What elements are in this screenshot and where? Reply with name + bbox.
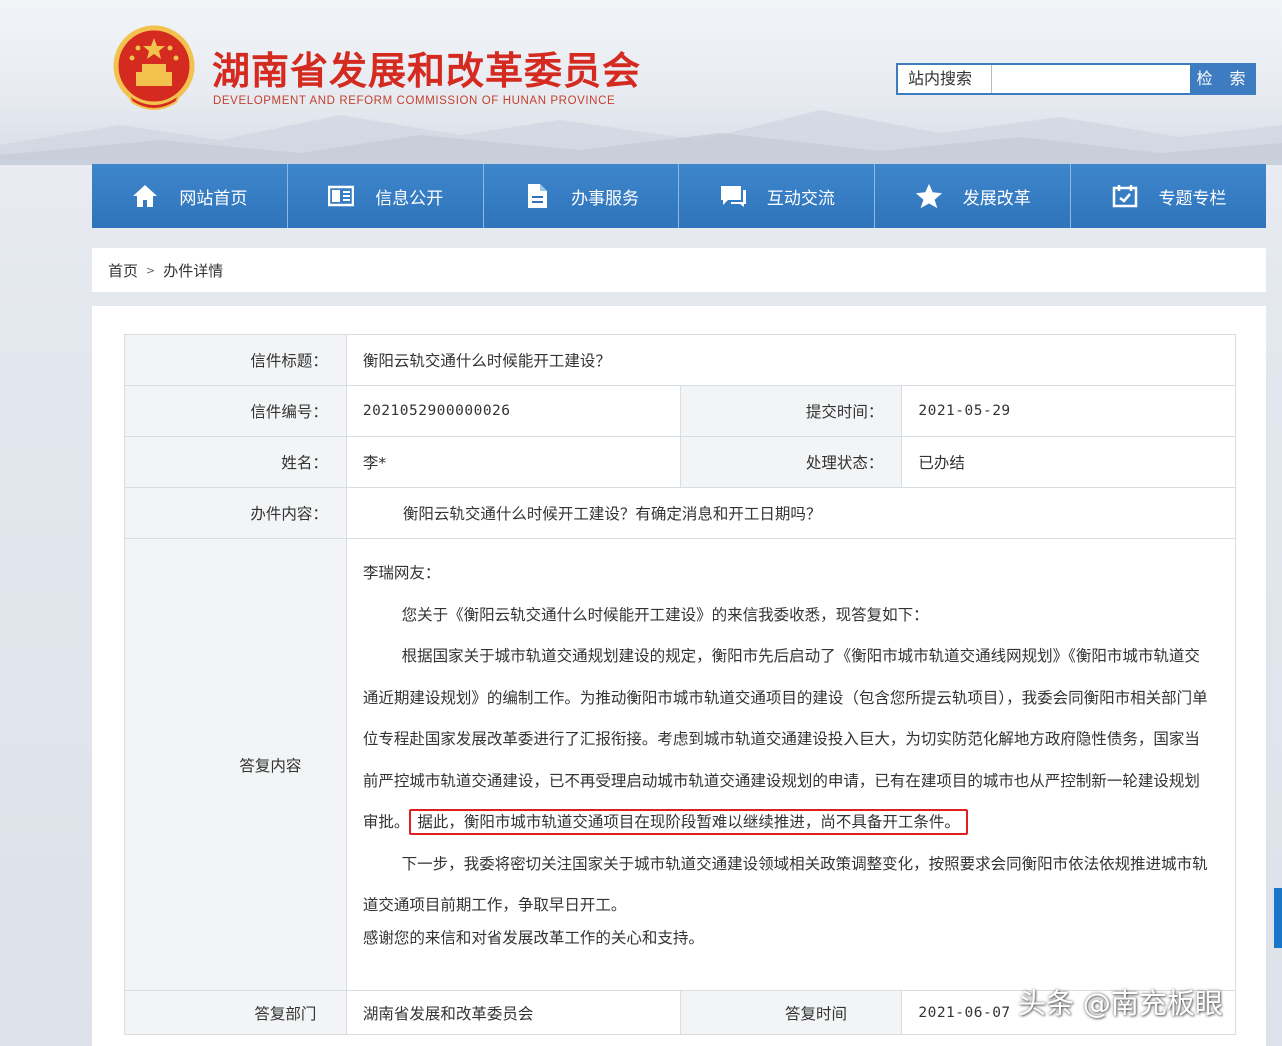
submit-time-value: 2021-05-29 — [901, 385, 1236, 437]
name-label: 姓名： — [124, 436, 347, 488]
main-nav: 网站首页 信息公开 办事服务 互动交流 发展改革 专题专栏 — [92, 164, 1266, 228]
table-row: 办件内容： 衡阳云轨交通什么时候开工建设？有确定消息和开工日期吗？ — [124, 487, 1237, 539]
search-button[interactable]: 检 索 — [1190, 65, 1254, 93]
nav-label: 办事服务 — [571, 188, 640, 209]
nav-item-interaction[interactable]: 互动交流 — [679, 164, 876, 228]
breadcrumb: 首页 > 办件详情 — [92, 248, 1266, 292]
document-icon — [523, 182, 551, 210]
breadcrumb-home-link[interactable]: 首页 — [108, 260, 138, 281]
nav-item-development-reform[interactable]: 发展改革 — [875, 164, 1072, 228]
nav-item-home[interactable]: 网站首页 — [92, 164, 288, 228]
nav-label: 网站首页 — [179, 188, 248, 209]
scroll-edge — [1274, 888, 1282, 948]
table-row: 姓名： 李* 处理状态： 已办结 — [124, 436, 1236, 488]
status-value: 已办结 — [901, 436, 1236, 488]
reply-paragraph-4: 感谢您的来信和对省发展改革工作的关心和支持。 — [362, 928, 704, 947]
site-search: 站内搜索 检 索 — [896, 63, 1256, 95]
content-label: 办件内容： — [124, 487, 347, 539]
nav-label: 信息公开 — [375, 188, 444, 209]
nav-label: 发展改革 — [962, 188, 1031, 209]
content-value: 衡阳云轨交通什么时候开工建设？有确定消息和开工日期吗？ — [345, 487, 1237, 539]
nav-item-info-disclosure[interactable]: 信息公开 — [288, 164, 484, 228]
name-value: 李* — [345, 436, 681, 488]
watermark: 头条 @南充板眼 — [1018, 987, 1223, 1020]
book-icon — [327, 182, 355, 210]
national-emblem-icon — [113, 25, 195, 110]
letter-detail-table: 信件标题： 衡阳云轨交通什么时候能开工建设？ 信件编号： 20210529000… — [124, 334, 1237, 1035]
reply-paragraph-3: 下一步，我委将密切关注国家关于城市轨道交通建设领域相关政策调整变化，按照要求会同… — [362, 854, 1208, 915]
reply-highlight-box: 据此，衡阳市城市轨道交通项目在现阶段暂难以继续推进，尚不具备开工条件。 — [409, 809, 968, 835]
letter-title-value: 衡阳云轨交通什么时候能开工建设？ — [345, 334, 1237, 386]
reply-time-label: 答复时间 — [679, 990, 903, 1035]
letter-title-label: 信件标题： — [124, 334, 347, 386]
submit-time-label: 提交时间： — [679, 385, 903, 437]
breadcrumb-current: 办件详情 — [163, 261, 224, 280]
calendar-icon — [1111, 182, 1139, 210]
breadcrumb-separator: > — [146, 263, 156, 277]
reply-content: 李瑞网友： 您关于《衡阳云轨交通什么时候能开工建设》的来信我委收悉，现答复如下：… — [345, 538, 1237, 991]
nav-item-services[interactable]: 办事服务 — [484, 164, 680, 228]
chat-icon — [719, 182, 747, 210]
site-header: 湖南省发展和改革委员会 DEVELOPMENT AND REFORM COMMI… — [0, 0, 1282, 165]
home-icon — [131, 182, 159, 210]
status-label: 处理状态： — [679, 436, 903, 488]
dept-value: 湖南省发展和改革委员会 — [345, 990, 681, 1035]
table-row: 答复内容 李瑞网友： 您关于《衡阳云轨交通什么时候能开工建设》的来信我委收悉，现… — [124, 538, 1237, 991]
table-row: 信件标题： 衡阳云轨交通什么时候能开工建设？ — [124, 334, 1237, 386]
nav-item-special-topics[interactable]: 专题专栏 — [1071, 164, 1266, 228]
search-input[interactable] — [992, 65, 1190, 93]
nav-label: 互动交流 — [766, 188, 835, 209]
reply-paragraph-2-text: 根据国家关于城市轨道交通规划建设的规定，衡阳市先后启动了《衡阳市城市轨道交通线网… — [362, 647, 1208, 831]
search-label: 站内搜索 — [898, 65, 992, 93]
nav-label: 专题专栏 — [1158, 188, 1227, 209]
site-subtitle: DEVELOPMENT AND REFORM COMMISSION OF HUN… — [213, 95, 616, 107]
letter-no-value: 2021052900000026 — [345, 385, 681, 437]
reply-greeting: 李瑞网友： — [362, 564, 441, 582]
star-icon — [915, 182, 943, 210]
table-row: 信件编号： 2021052900000026 提交时间： 2021-05-29 — [124, 385, 1236, 437]
reply-paragraph-2: 根据国家关于城市轨道交通规划建设的规定，衡阳市先后启动了《衡阳市城市轨道交通线网… — [363, 636, 1215, 844]
reply-label: 答复内容 — [124, 538, 347, 991]
reply-paragraph-1: 您关于《衡阳云轨交通什么时候能开工建设》的来信我委收悉，现答复如下： — [401, 605, 929, 624]
dept-label: 答复部门 — [124, 990, 347, 1035]
site-title: 湖南省发展和改革委员会 — [212, 49, 642, 93]
letter-no-label: 信件编号： — [124, 385, 347, 437]
